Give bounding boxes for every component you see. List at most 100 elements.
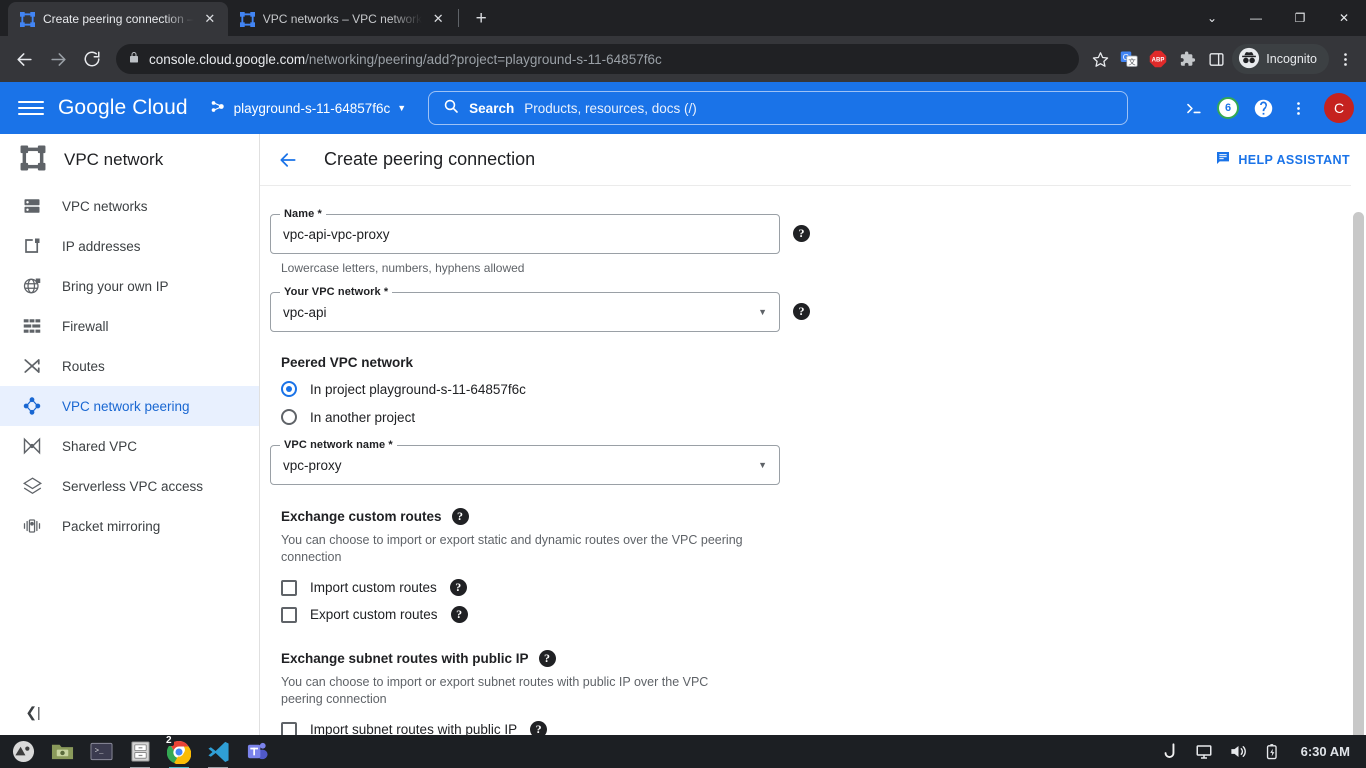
- terminal-icon[interactable]: >_: [88, 739, 114, 765]
- battery-charging-icon[interactable]: [1264, 743, 1281, 760]
- sidebar-item-routes[interactable]: Routes: [0, 346, 259, 386]
- google-translate-icon[interactable]: G文: [1116, 46, 1142, 72]
- browser-tab-0[interactable]: Create peering connection – ✕: [8, 2, 228, 36]
- sidebar-item-vpc-networks[interactable]: VPC networks: [0, 186, 259, 226]
- help-circle-icon[interactable]: [1247, 92, 1279, 124]
- help-assistant-button[interactable]: HELP ASSISTANT: [1215, 150, 1350, 169]
- close-icon[interactable]: ✕: [202, 11, 218, 27]
- sidebar-item-label: IP addresses: [62, 238, 141, 254]
- sidebar-collapse-button[interactable]: ❮|: [20, 699, 46, 725]
- sidebar-title: VPC network: [0, 134, 259, 186]
- browser-tab-1[interactable]: VPC networks – VPC network ✕: [228, 2, 456, 36]
- google-chrome-icon[interactable]: 2: [164, 734, 192, 768]
- gcloud-header: Google Cloud playground-s-11-64857f6c ▼ …: [0, 82, 1366, 134]
- vpc-network-name-select[interactable]: VPC network name * vpc-proxy ▼: [270, 439, 780, 485]
- incognito-indicator[interactable]: Incognito: [1232, 44, 1329, 74]
- help-filled-icon[interactable]: ?: [449, 579, 467, 597]
- file-cabinet-icon[interactable]: [127, 739, 153, 768]
- radio-in-another-project[interactable]: In another project: [281, 404, 1366, 430]
- adblock-plus-icon[interactable]: ABP: [1145, 46, 1171, 72]
- help-filled-icon[interactable]: ?: [530, 721, 548, 735]
- checkbox-icon[interactable]: [281, 721, 297, 735]
- svg-text:ABP: ABP: [1152, 58, 1165, 64]
- hamburger-menu-icon[interactable]: [18, 95, 44, 121]
- sidebar-item-firewall[interactable]: Firewall: [0, 306, 259, 346]
- name-input[interactable]: Name * vpc-api-vpc-proxy: [270, 208, 780, 254]
- help-filled-icon[interactable]: ?: [538, 649, 556, 667]
- vpc-network-name-field-wrapper: VPC network name * vpc-proxy ▼: [270, 439, 780, 485]
- checkbox-export-custom-routes[interactable]: Export custom routes ?: [281, 602, 1366, 628]
- sidebar: VPC network VPC networks IP addresses Br…: [0, 134, 260, 735]
- chevron-down-icon: ▼: [397, 103, 407, 113]
- toolbar-right-actions: G文 ABP Incognito: [1087, 44, 1358, 74]
- help-filled-icon[interactable]: ?: [793, 225, 810, 242]
- tab-search-icon[interactable]: ⌄: [1190, 0, 1234, 36]
- sidebar-item-bring-your-own-ip[interactable]: Bring your own IP: [0, 266, 259, 306]
- lock-icon: [128, 51, 140, 67]
- star-icon[interactable]: [1087, 46, 1113, 72]
- back-button[interactable]: [8, 43, 40, 75]
- ubuntu-icon[interactable]: [1160, 742, 1179, 761]
- side-panel-icon[interactable]: [1203, 46, 1229, 72]
- address-bar[interactable]: console.cloud.google.com/networking/peer…: [116, 44, 1080, 74]
- checkbox-import-custom-routes[interactable]: Import custom routes ?: [281, 575, 1366, 601]
- name-field-wrapper: Name * vpc-api-vpc-proxy ?: [270, 208, 810, 254]
- microsoft-teams-icon[interactable]: [244, 739, 270, 765]
- cloud-shell-icon[interactable]: [1177, 92, 1209, 124]
- sidebar-item-serverless-vpc-access[interactable]: Serverless VPC access: [0, 466, 259, 506]
- sidebar-item-packet-mirroring[interactable]: Packet mirroring: [0, 506, 259, 546]
- help-assistant-label: HELP ASSISTANT: [1238, 152, 1350, 167]
- help-filled-icon[interactable]: ?: [451, 508, 469, 525]
- project-icon: [210, 98, 227, 118]
- help-filled-icon[interactable]: ?: [793, 303, 810, 320]
- three-dot-menu-icon[interactable]: [1332, 46, 1358, 72]
- notification-count: 6: [1217, 97, 1239, 119]
- radio-button-selected-icon[interactable]: [281, 381, 297, 397]
- vpc-network-name-value: vpc-proxy: [283, 457, 342, 473]
- vpc-networks-icon: [22, 196, 42, 216]
- avatar[interactable]: C: [1324, 93, 1354, 123]
- scrollbar-thumb[interactable]: [1353, 212, 1364, 735]
- new-tab-button[interactable]: +: [467, 5, 495, 33]
- project-selector[interactable]: playground-s-11-64857f6c ▼: [210, 98, 407, 118]
- page-scrollbar[interactable]: [1351, 134, 1366, 735]
- checkbox-icon[interactable]: [281, 579, 297, 596]
- sidebar-item-shared-vpc[interactable]: Shared VPC: [0, 426, 259, 466]
- search-input[interactable]: Search Products, resources, docs (/): [428, 91, 1129, 125]
- checkbox-icon[interactable]: [281, 606, 297, 623]
- radio-button-icon[interactable]: [281, 409, 297, 425]
- logo-cloud: Cloud: [132, 96, 188, 119]
- extensions-puzzle-icon[interactable]: [1174, 46, 1200, 72]
- radio-in-project[interactable]: In project playground-s-11-64857f6c: [281, 376, 1366, 402]
- reload-button[interactable]: [76, 43, 108, 75]
- gcloud-logo[interactable]: Google Cloud: [58, 96, 188, 120]
- search-placeholder: Products, resources, docs (/): [524, 100, 697, 116]
- search-icon: [443, 98, 459, 119]
- vpc-network-icon: [239, 11, 255, 27]
- exchange-subnet-routes-description: You can choose to import or export subne…: [281, 674, 709, 706]
- volume-icon[interactable]: [1229, 742, 1248, 761]
- app-launcher-icon[interactable]: [10, 739, 36, 765]
- incognito-label: Incognito: [1266, 52, 1317, 66]
- three-dot-menu-icon[interactable]: [1282, 92, 1314, 124]
- name-value: vpc-api-vpc-proxy: [283, 226, 390, 242]
- help-filled-icon[interactable]: ?: [450, 606, 468, 624]
- checkbox-label: Import custom routes: [310, 580, 437, 596]
- forward-button[interactable]: [42, 43, 74, 75]
- close-window-button[interactable]: ✕: [1322, 0, 1366, 36]
- maximize-button[interactable]: ❐: [1278, 0, 1322, 36]
- minimize-button[interactable]: —: [1234, 0, 1278, 36]
- your-vpc-network-select[interactable]: Your VPC network * vpc-api ▼: [270, 286, 780, 332]
- exchange-custom-routes-description: You can choose to import or export stati…: [281, 533, 743, 564]
- display-icon[interactable]: [1195, 743, 1213, 761]
- checkbox-import-subnet-routes[interactable]: Import subnet routes with public IP ?: [281, 717, 1366, 735]
- back-arrow-icon[interactable]: [274, 146, 302, 174]
- sidebar-item-ip-addresses[interactable]: IP addresses: [0, 226, 259, 266]
- close-icon[interactable]: ✕: [430, 11, 446, 27]
- tab-title: Create peering connection –: [43, 12, 194, 26]
- vs-code-icon[interactable]: [205, 739, 231, 768]
- sidebar-item-vpc-network-peering[interactable]: VPC network peering: [0, 386, 259, 426]
- notifications-badge[interactable]: 6: [1212, 92, 1244, 124]
- files-manager-icon[interactable]: [49, 739, 75, 765]
- name-hint: Lowercase letters, numbers, hyphens allo…: [281, 261, 525, 275]
